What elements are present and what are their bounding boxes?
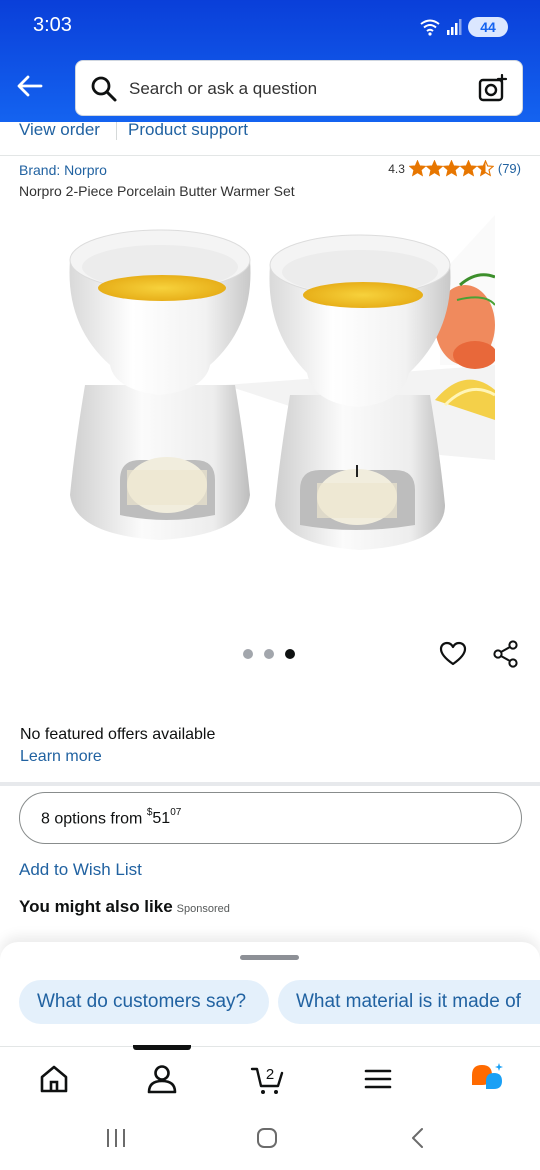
product-title: Norpro 2-Piece Porcelain Butter Warmer S… — [19, 183, 295, 199]
options-price: $5107 — [146, 807, 182, 828]
product-support-link[interactable]: Product support — [128, 122, 248, 140]
review-count: (79) — [497, 161, 521, 176]
recent-apps-icon[interactable] — [104, 1126, 128, 1150]
star-full-icon — [408, 160, 426, 177]
brand-link[interactable]: Brand: Norpro — [19, 162, 107, 178]
heart-icon[interactable] — [439, 640, 467, 668]
star-rating — [408, 160, 494, 177]
rating-value: 4.3 — [388, 161, 405, 176]
menu-icon[interactable] — [360, 1061, 396, 1097]
left-butter-warmer — [69, 229, 251, 540]
status-bar: 3:03 44 — [0, 0, 540, 52]
battery-level: 44 — [480, 19, 496, 35]
star-full-icon — [425, 160, 443, 177]
account-icon[interactable] — [144, 1061, 180, 1097]
back-arrow-icon[interactable] — [14, 70, 46, 102]
star-full-icon — [459, 160, 477, 177]
star-half-icon — [476, 160, 494, 177]
sheet-drag-handle[interactable] — [240, 955, 299, 960]
link-divider — [116, 122, 117, 140]
home-button-icon[interactable] — [255, 1126, 279, 1150]
ymal-title: You might also like — [19, 897, 173, 916]
you-might-also-like-heading: You might also like Sponsored — [19, 897, 230, 917]
no-featured-offers-text: No featured offers available — [20, 726, 216, 743]
options-text: 8 options from $5107 — [41, 807, 182, 828]
star-full-icon — [442, 160, 460, 177]
carousel-dot[interactable] — [243, 649, 253, 659]
product-image[interactable] — [45, 215, 495, 595]
search-icon — [91, 76, 117, 102]
options-prefix: 8 options from — [41, 810, 147, 828]
signal-icon — [447, 19, 462, 35]
share-icon[interactable] — [492, 640, 520, 668]
order-links-row: View order Product support — [0, 122, 540, 156]
battery-indicator: 44 — [468, 17, 508, 37]
cart-icon[interactable]: 2 — [250, 1061, 286, 1097]
system-back-icon[interactable] — [406, 1126, 430, 1150]
status-icons: 44 — [420, 16, 508, 38]
rating-summary[interactable]: 4.3 (79) — [388, 160, 521, 177]
system-navigation-bar — [0, 1106, 540, 1170]
search-bar[interactable]: Search or ask a question — [75, 60, 523, 116]
bottom-navigation: 2 — [0, 1045, 540, 1106]
price-fraction: 07 — [170, 807, 182, 818]
suggestion-chip-customers-say[interactable]: What do customers say? — [19, 980, 269, 1024]
learn-more-link[interactable]: Learn more — [20, 748, 102, 766]
carousel-dot-active[interactable] — [285, 649, 295, 659]
camera-search-icon[interactable] — [478, 74, 508, 104]
view-order-link[interactable]: View order — [19, 122, 100, 140]
status-time: 3:03 — [33, 14, 72, 36]
see-all-options-button[interactable]: 8 options from $5107 — [19, 792, 522, 844]
wifi-icon — [420, 19, 440, 36]
carousel-dots — [243, 649, 295, 659]
price-whole: 51 — [152, 810, 171, 828]
carousel-dot[interactable] — [264, 649, 274, 659]
home-icon[interactable] — [36, 1061, 72, 1097]
price-currency: $ — [146, 807, 153, 818]
add-to-wish-list-link[interactable]: Add to Wish List — [19, 860, 142, 880]
suggestion-chip-material[interactable]: What material is it made of — [278, 980, 540, 1024]
search-input[interactable]: Search or ask a question — [129, 79, 317, 99]
cart-count: 2 — [266, 1066, 274, 1083]
sponsored-label: Sponsored — [176, 903, 230, 915]
active-tab-indicator — [133, 1045, 191, 1050]
section-divider — [0, 782, 540, 786]
rufus-suggestion-sheet: What do customers say? What material is … — [0, 942, 540, 1046]
rufus-icon[interactable] — [468, 1061, 504, 1097]
app-header: 3:03 44 Search or ask a question — [0, 0, 540, 122]
